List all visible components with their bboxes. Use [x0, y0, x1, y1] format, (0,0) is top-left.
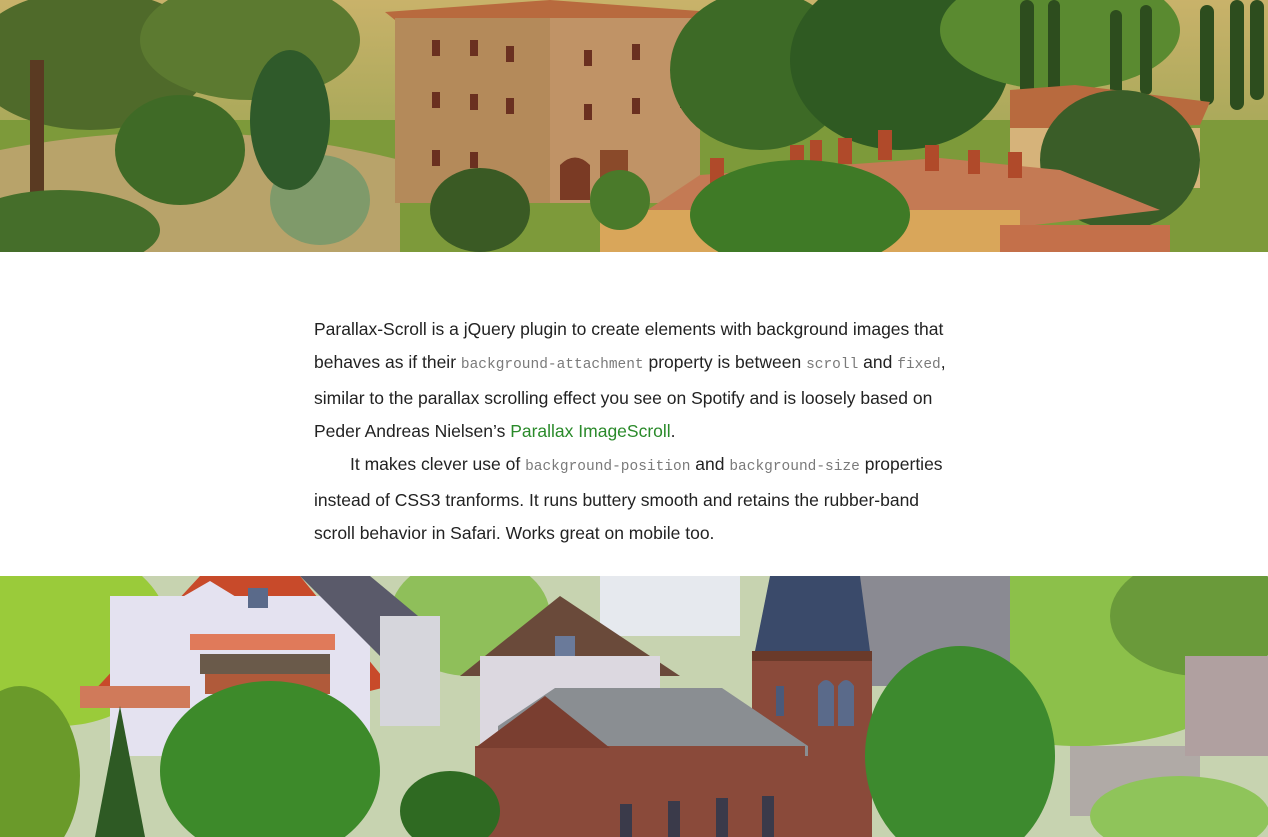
code-scroll: scroll [806, 357, 859, 373]
villa-landscape-image [0, 0, 1268, 252]
code-background-attachment: background-attachment [460, 357, 644, 373]
parallax-hero-bottom [0, 576, 1268, 837]
code-fixed: fixed [897, 357, 941, 373]
intro-text-segment: . [670, 421, 676, 441]
details-text-segment: and [690, 454, 730, 474]
parallax-hero-top [0, 0, 1268, 252]
intro-paragraph: Parallax-Scroll is a jQuery plugin to cr… [314, 313, 964, 448]
details-text-segment: It makes clever use of [350, 454, 526, 474]
code-background-position: background-position [525, 459, 691, 475]
code-background-size: background-size [729, 459, 860, 475]
intro-text-segment: property is between [643, 352, 807, 372]
intro-text-segment: and [858, 352, 898, 372]
details-paragraph: It makes clever use of background-positi… [314, 448, 964, 550]
parallax-imagescroll-link[interactable]: Parallax ImageScroll [510, 421, 670, 441]
intro-text: Parallax-Scroll is a jQuery plugin to cr… [314, 313, 964, 550]
village-church-image [0, 576, 1268, 837]
